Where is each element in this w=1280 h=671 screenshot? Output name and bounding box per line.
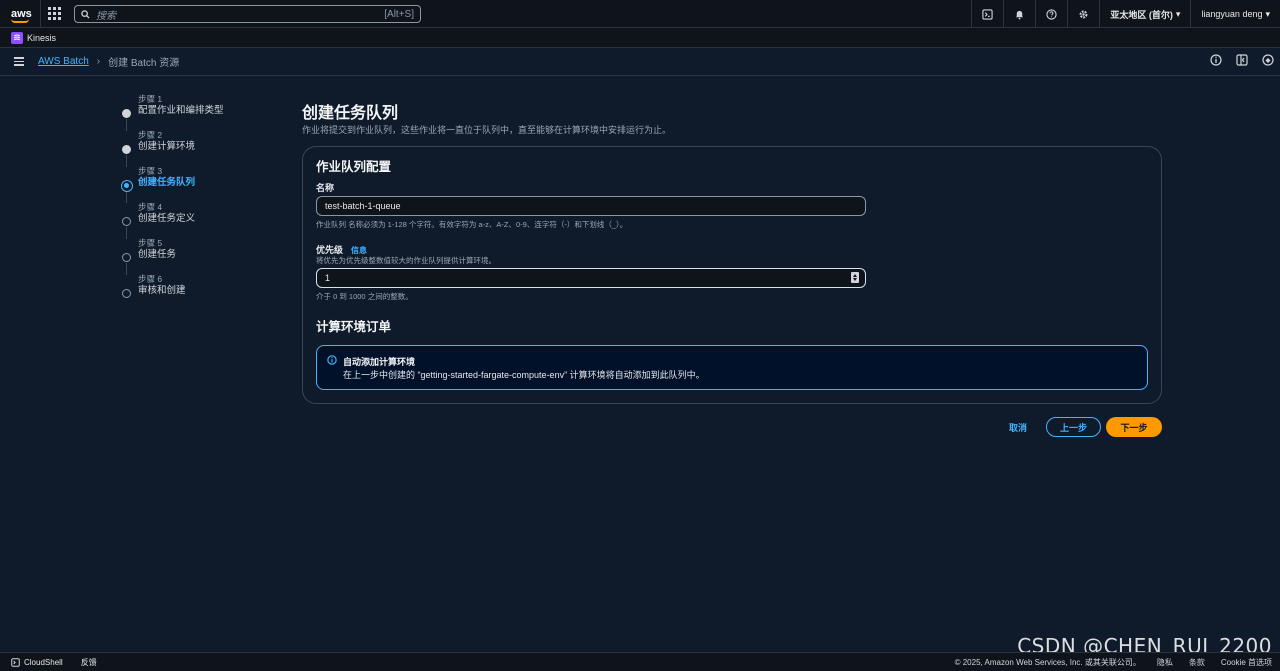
cloudshell-icon — [11, 657, 20, 667]
step-name: 创建计算环境 — [138, 141, 196, 152]
priority-hint: 介于 0 到 1000 之间的整数。 — [316, 292, 413, 301]
cloudshell-label: CloudShell — [24, 657, 63, 667]
step-complete-icon — [122, 145, 131, 154]
region-selector[interactable]: 亚太地区 (首尔) ▾ — [1099, 0, 1190, 28]
wizard-step-6: 步骤 6 审核和创建 — [120, 274, 290, 310]
cookie-preferences-link[interactable]: Cookie 首选项 — [1221, 657, 1272, 668]
chevron-down-icon: ▾ — [1265, 8, 1270, 19]
favorites-bar: Kinesis — [0, 28, 1280, 48]
step-name: 配置作业和编排类型 — [138, 105, 224, 116]
region-label: 亚太地区 (首尔) — [1110, 9, 1173, 20]
aws-smile-icon — [11, 19, 29, 23]
footer: CloudShell 反馈 © 2025, Amazon Web Service… — [0, 652, 1280, 671]
step-number: 步骤 5 — [138, 238, 163, 248]
info-alert: 自动添加计算环境 在上一步中创建的 “getting-started-farga… — [316, 345, 1148, 390]
search-icon — [81, 9, 90, 19]
notifications-button[interactable] — [1003, 0, 1035, 28]
alert-body: 在上一步中创建的 “getting-started-fargate-comput… — [343, 370, 705, 380]
name-label: 名称 — [316, 183, 335, 193]
step-number: 步骤 3 — [138, 166, 163, 176]
priority-input[interactable]: 1 — [316, 268, 866, 288]
breadcrumb-aws-batch[interactable]: AWS Batch — [38, 56, 89, 67]
search-shortcut: [Alt+S] — [384, 8, 414, 20]
copyright-text: © 2025, Amazon Web Services, Inc. 或其关联公司… — [954, 658, 1141, 667]
favorite-service-kinesis[interactable]: Kinesis — [27, 33, 56, 43]
chevron-right-icon: › — [96, 56, 101, 67]
chevron-down-icon: ▾ — [1175, 8, 1181, 19]
user-name: liangyuan deng — [1201, 9, 1263, 19]
priority-description: 将优先为优先级整数值较大的作业队列提供计算环境。 — [316, 256, 496, 265]
top-navigation: aws 搜索 [Alt+S] 亚太地区 (首尔) ▾ liangyuan den… — [0, 0, 1280, 28]
panel-toggle-icon[interactable] — [1236, 54, 1248, 66]
step-number: 步骤 1 — [138, 94, 163, 104]
priority-info-link[interactable]: 信息 — [351, 246, 367, 255]
step-number: 步骤 4 — [138, 202, 163, 212]
step-current-icon — [120, 179, 133, 192]
page-description: 作业将提交到作业队列，这些作业将一直位于队列中，直至能够在计算环境中安排运行为止… — [302, 125, 672, 135]
number-stepper-icon[interactable] — [851, 272, 859, 283]
page-title: 创建任务队列 — [302, 105, 399, 122]
info-icon — [327, 355, 337, 365]
cancel-button[interactable]: 取消 — [1000, 418, 1036, 436]
info-icon[interactable] — [1210, 54, 1222, 66]
cloudshell-icon — [982, 8, 994, 20]
priority-value: 1 — [325, 273, 331, 283]
queue-name-value: test-batch-1-queue — [325, 201, 401, 211]
wizard-step-4: 步骤 4 创建任务定义 — [120, 202, 290, 238]
step-name: 创建任务队列 — [138, 177, 196, 188]
step-number: 步骤 2 — [138, 130, 163, 140]
step-number: 步骤 6 — [138, 274, 163, 284]
previous-button[interactable]: 上一步 — [1046, 417, 1101, 437]
step-complete-icon — [122, 109, 131, 118]
search-input[interactable]: 搜索 [Alt+S] — [74, 5, 421, 23]
wizard-step-5: 步骤 5 创建任务 — [120, 238, 290, 274]
wizard-step-3: 步骤 3 创建任务队列 — [120, 166, 290, 202]
step-name: 审核和创建 — [138, 285, 186, 296]
grid-icon — [48, 7, 61, 20]
terms-link[interactable]: 条款 — [1189, 657, 1205, 668]
wizard-step-1[interactable]: 步骤 1 配置作业和编排类型 — [120, 94, 290, 130]
breadcrumb-current: 创建 Batch 资源 — [108, 58, 180, 69]
name-hint: 作业队列 名称必须为 1-128 个字符。有效字符为 a-z、A-Z、0-9、连… — [316, 220, 628, 229]
help-icon — [1046, 8, 1058, 20]
breadcrumb-bar: AWS Batch › 创建 Batch 资源 — [0, 48, 1280, 76]
panel-title: 作业队列配置 — [316, 160, 392, 174]
aws-logo[interactable]: aws — [0, 7, 40, 23]
aws-logo-text: aws — [11, 7, 32, 20]
job-queue-config-panel: 作业队列配置 名称 test-batch-1-queue 作业队列 名称必须为 … — [302, 146, 1162, 404]
step-name: 创建任务定义 — [138, 213, 196, 224]
priority-label: 优先级 — [316, 245, 344, 255]
settings-button[interactable] — [1067, 0, 1099, 28]
privacy-link[interactable]: 隐私 — [1157, 657, 1173, 668]
step-pending-icon — [122, 289, 131, 298]
services-menu-button[interactable] — [40, 0, 68, 28]
help-button[interactable] — [1035, 0, 1067, 28]
alert-title: 自动添加计算环境 — [343, 357, 416, 367]
bell-icon — [1016, 10, 1024, 20]
search-placeholder: 搜索 — [96, 10, 116, 22]
feedback-icon[interactable] — [1262, 54, 1274, 66]
user-menu[interactable]: liangyuan deng ▾ — [1190, 0, 1280, 28]
next-button[interactable]: 下一步 — [1106, 417, 1162, 437]
cloudshell-footer-button[interactable]: CloudShell — [11, 658, 63, 667]
feedback-link[interactable]: 反馈 — [81, 657, 97, 668]
wizard-steps: 步骤 1 配置作业和编排类型 步骤 2 创建计算环境 步骤 3 创建任务队列 步… — [120, 94, 290, 310]
queue-name-input[interactable]: test-batch-1-queue — [316, 196, 866, 216]
compute-order-title: 计算环境订单 — [316, 320, 392, 334]
wizard-step-2[interactable]: 步骤 2 创建计算环境 — [120, 130, 290, 166]
step-name: 创建任务 — [138, 249, 177, 260]
cloudshell-button[interactable] — [971, 0, 1003, 28]
step-pending-icon — [122, 253, 131, 262]
gear-icon — [1079, 10, 1088, 18]
menu-icon[interactable] — [0, 57, 38, 66]
step-pending-icon — [122, 217, 131, 226]
kinesis-icon — [11, 31, 23, 44]
